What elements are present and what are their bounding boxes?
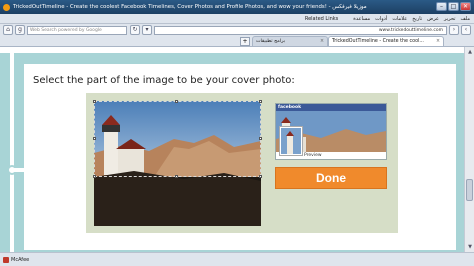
tab-label: TrickedOutTimeline - Create the cool... <box>332 39 424 44</box>
crop-selection[interactable] <box>93 100 262 178</box>
back-icon[interactable]: ‹ <box>461 25 471 35</box>
menu-bar: Related Links مساعدة أدوات علامات تاريخ … <box>0 14 474 24</box>
crop-handle-top-left[interactable] <box>93 100 96 103</box>
scroll-up-icon[interactable]: ▲ <box>466 48 474 56</box>
close-button[interactable]: ✕ <box>460 2 471 11</box>
related-links-link[interactable]: Related Links <box>305 16 338 22</box>
crop-handle-bottom[interactable] <box>175 175 178 178</box>
preview-label: Preview <box>304 153 322 158</box>
crop-handle-left[interactable] <box>93 137 96 140</box>
tab-apps[interactable]: برامج تطبيقات × <box>252 36 328 46</box>
crop-handle-bottom-right[interactable] <box>259 175 262 178</box>
close-tab-icon[interactable]: × <box>434 39 440 44</box>
vertical-scrollbar[interactable]: ▲ ▼ <box>464 47 474 252</box>
new-tab-icon[interactable]: + <box>240 37 250 46</box>
home-icon[interactable]: ⌂ <box>3 25 13 35</box>
menu-item-view[interactable]: عرض <box>427 16 439 22</box>
menu-item-file[interactable]: ملف <box>460 16 470 22</box>
window-title: TrickedOutTimeline - Create the coolest … <box>13 4 367 10</box>
menu-item-history[interactable]: تاريخ <box>412 16 422 22</box>
address-url: www.trickedouttimeline.com <box>378 27 443 33</box>
instruction-text: Select the part of the image to be your … <box>33 75 295 86</box>
menu-item-tools[interactable]: أدوات <box>375 16 387 22</box>
crop-handle-bottom-left[interactable] <box>93 175 96 178</box>
reload-icon[interactable]: ↻ <box>130 25 140 35</box>
mcafee-addon[interactable]: McAfee <box>3 256 30 263</box>
maximize-button[interactable]: □ <box>448 2 459 11</box>
facebook-bar: facebook <box>276 104 386 111</box>
preview-profile-picture <box>279 126 303 156</box>
status-bar: McAfee <box>0 252 474 266</box>
timeline-line <box>10 53 14 252</box>
tab-bar: + برامج تطبيقات × TrickedOutTimeline - C… <box>0 36 474 47</box>
firefox-icon <box>3 3 10 11</box>
window-controls: – □ ✕ <box>436 2 471 11</box>
search-engine-icon[interactable]: g <box>15 25 25 35</box>
address-bar[interactable]: www.trickedouttimeline.com <box>154 25 447 35</box>
close-tab-icon[interactable]: × <box>318 39 324 44</box>
forward-icon[interactable]: › <box>449 25 459 35</box>
search-placeholder: Web Search powered by Google <box>30 27 102 33</box>
scroll-thumb[interactable] <box>466 179 473 201</box>
mcafee-icon <box>3 256 9 263</box>
mcafee-label: McAfee <box>11 256 30 263</box>
menu-item-help[interactable]: مساعدة <box>353 16 370 22</box>
window-titlebar: TrickedOutTimeline - Create the coolest … <box>0 0 474 14</box>
tab-trickedouttimeline[interactable]: TrickedOutTimeline - Create the cool... … <box>328 36 444 46</box>
dropdown-icon[interactable]: ▾ <box>142 25 152 35</box>
crop-handle-right[interactable] <box>259 137 262 140</box>
crop-handle-top-right[interactable] <box>259 100 262 103</box>
menu-item-bookmarks[interactable]: علامات <box>392 16 407 22</box>
crop-handle-top[interactable] <box>175 100 178 103</box>
search-input[interactable]: Web Search powered by Google <box>27 25 127 35</box>
facebook-preview: facebook Preview <box>275 103 387 160</box>
scroll-down-icon[interactable]: ▼ <box>466 243 474 251</box>
done-button[interactable]: Done <box>275 167 387 189</box>
navigation-toolbar: ⌂ g Web Search powered by Google ↻ ▾ www… <box>0 24 474 36</box>
minimize-button[interactable]: – <box>436 2 447 11</box>
tab-label: برامج تطبيقات <box>256 39 286 44</box>
menu-item-edit[interactable]: تحرير <box>444 16 456 22</box>
